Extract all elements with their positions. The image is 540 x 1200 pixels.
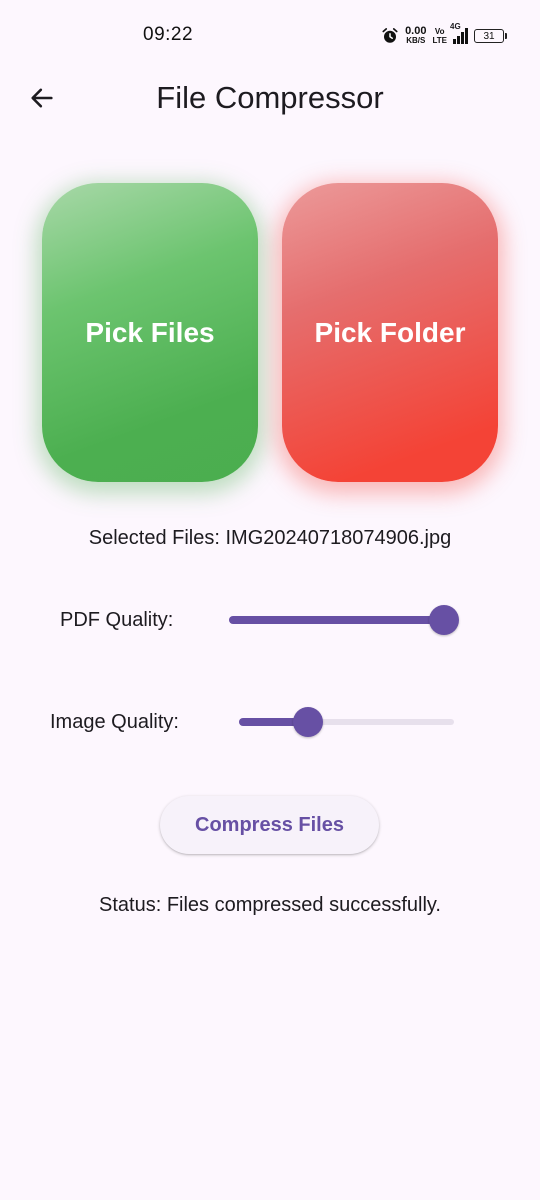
image-quality-thumb[interactable] bbox=[293, 707, 323, 737]
status-bar: 09:22 0.00 KB/S Vo LTE 4G 31 bbox=[0, 0, 540, 70]
pick-files-label: Pick Files bbox=[85, 316, 215, 348]
pdf-quality-slider[interactable] bbox=[229, 600, 459, 640]
status-time: 09:22 bbox=[143, 24, 194, 45]
signal-icon: 4G bbox=[450, 22, 468, 44]
selected-files-text: Selected Files: IMG20240718074906.jpg bbox=[88, 527, 452, 549]
status-text: Status: Files compressed successfully. bbox=[99, 894, 441, 916]
image-quality-slider[interactable] bbox=[239, 702, 454, 742]
page-title: File Compressor bbox=[156, 80, 384, 115]
pdf-quality-label: PDF Quality: bbox=[60, 609, 174, 631]
pick-files-button[interactable]: Pick Files bbox=[42, 183, 258, 482]
image-quality-label: Image Quality: bbox=[50, 711, 179, 733]
status-icons: 0.00 KB/S Vo LTE 4G 31 bbox=[381, 22, 507, 48]
network-speed-unit: KB/S bbox=[406, 36, 426, 45]
network-type: 4G bbox=[450, 22, 461, 31]
compress-files-button[interactable]: Compress Files bbox=[160, 796, 379, 854]
compress-files-label: Compress Files bbox=[195, 813, 344, 836]
pdf-quality-thumb[interactable] bbox=[429, 605, 459, 635]
pick-folder-label: Pick Folder bbox=[314, 316, 466, 348]
network-speed-value: 0.00 bbox=[405, 25, 427, 37]
network-speed: 0.00 KB/S bbox=[405, 25, 427, 46]
pdf-quality-fill bbox=[229, 616, 444, 624]
pick-folder-button[interactable]: Pick Folder bbox=[282, 183, 498, 482]
volte-bottom: LTE bbox=[432, 36, 447, 45]
volte-top: Vo bbox=[434, 27, 445, 36]
alarm-icon bbox=[382, 28, 398, 43]
battery-level: 31 bbox=[483, 31, 495, 42]
battery-icon: 31 bbox=[474, 29, 507, 43]
volte-indicator: Vo LTE bbox=[432, 27, 447, 45]
